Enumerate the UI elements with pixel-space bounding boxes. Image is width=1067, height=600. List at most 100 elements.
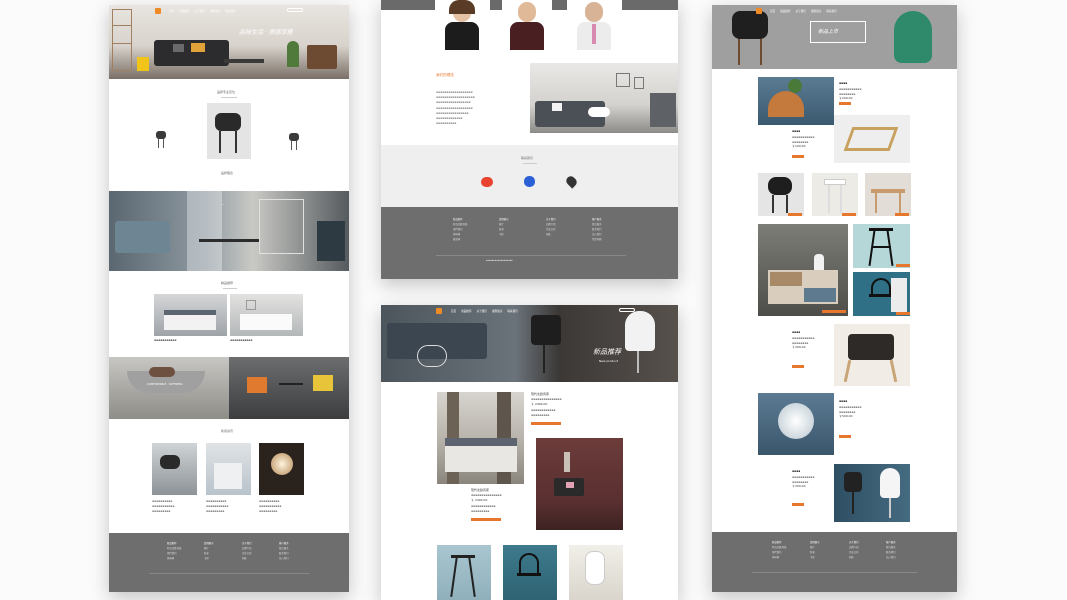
footer-link[interactable]: 售后服务: [592, 223, 602, 226]
nav-item[interactable]: 联系我们: [826, 9, 836, 13]
search-input[interactable]: [287, 8, 303, 12]
footer-link[interactable]: 客厅: [810, 546, 815, 549]
product-name: ▪▪▪▪: [792, 469, 801, 473]
footer-link[interactable]: 团队: [546, 233, 551, 236]
brand-logo[interactable]: [436, 308, 442, 314]
brand-logo[interactable]: [756, 8, 762, 14]
brand-logo[interactable]: [155, 8, 161, 14]
section-title: 新闻资讯: [221, 429, 234, 433]
product-desc: ▪▪▪▪▪▪▪▪▪▪▪▪ ▪▪▪▪▪▪▪▪▪: [531, 408, 556, 417]
nav-item[interactable]: 关于我们: [195, 9, 205, 13]
hero-image: [109, 5, 349, 79]
product-image-shelf: [758, 77, 834, 125]
product-tag[interactable]: [842, 213, 856, 216]
footer-link[interactable]: 书房: [499, 233, 504, 236]
news-text: ▪▪▪▪▪▪▪▪▪▪ ▪▪▪▪▪▪▪▪▪▪▪ ▪▪▪▪▪▪▪▪▪: [206, 499, 229, 513]
footer-link[interactable]: 企业文化: [242, 552, 252, 555]
nav-item[interactable]: 首页: [169, 9, 174, 13]
footer-link[interactable]: 常见问题: [592, 238, 602, 241]
footer-link[interactable]: 联系我们: [886, 551, 896, 554]
buy-button[interactable]: [531, 422, 561, 425]
footer-link[interactable]: 品牌介绍: [849, 546, 859, 549]
weibo-icon[interactable]: [481, 177, 493, 187]
footer-link[interactable]: 卧室: [499, 228, 504, 231]
footer-heading: 客户服务: [886, 541, 896, 544]
footer-link[interactable]: 客厅: [499, 223, 504, 226]
product-price: ￥299.00: [839, 96, 853, 100]
footer-link[interactable]: 品牌介绍: [242, 547, 252, 550]
about-page-mockup: 我们的理念 ▪▪▪▪▪▪▪▪▪▪▪▪▪▪▪▪▪▪ ▪▪▪▪▪▪▪▪▪▪▪▪▪▪▪▪…: [381, 0, 678, 279]
footer-link[interactable]: 卧室: [204, 552, 209, 555]
footer-link[interactable]: 休闲椅: [772, 556, 779, 559]
buy-button[interactable]: [792, 365, 804, 368]
footer-link[interactable]: 时尚北欧风格: [772, 546, 786, 549]
footer-heading: 新品推荐: [453, 218, 463, 221]
overlay-caption: COMFORTABLE · SOFTNESS: [147, 383, 183, 386]
contact-section: 联系我们: [381, 145, 678, 207]
product-image-pendant-lamp: [758, 393, 834, 455]
footer-link[interactable]: 团队: [242, 557, 247, 560]
buy-button[interactable]: [471, 518, 501, 521]
footer-link[interactable]: 卧室: [810, 551, 815, 554]
footer-column: 案例展示 客厅 卧室 书房: [810, 540, 820, 560]
footer-divider: [149, 573, 309, 574]
footer-link[interactable]: 联系我们: [279, 552, 289, 555]
footer-link[interactable]: 加入我们: [886, 556, 896, 559]
footer-link[interactable]: 售后服务: [886, 546, 896, 549]
footer-link[interactable]: 休闲椅: [167, 557, 174, 560]
search-input[interactable]: [619, 308, 635, 312]
footer-link[interactable]: 时尚北欧风格: [167, 547, 181, 550]
nav-item[interactable]: 关于我们: [477, 309, 487, 313]
product-spec: ▪▪▪▪▪▪▪▪▪▪▪▪▪▪▪: [531, 397, 562, 401]
caption-text: ▪▪▪▪▪▪▪▪▪▪▪: [154, 338, 177, 342]
footer-link[interactable]: 加入我们: [279, 557, 289, 560]
footer-link[interactable]: 企业文化: [849, 551, 859, 554]
footer-link[interactable]: 售后服务: [279, 547, 289, 550]
footer-link[interactable]: 现代简约: [772, 551, 782, 554]
buy-button[interactable]: [792, 503, 804, 506]
footer-link[interactable]: 休闲椅: [453, 233, 460, 236]
footer-link[interactable]: 品牌介绍: [546, 223, 556, 226]
product-thumb-spindle-chair: [853, 272, 910, 316]
footer-link[interactable]: 客厅: [204, 547, 209, 550]
footer-link[interactable]: 现代简约: [167, 552, 177, 555]
nav-item[interactable]: 案例展示: [811, 9, 821, 13]
contact-title: 联系我们: [521, 156, 534, 160]
buy-button[interactable]: [792, 155, 804, 158]
product-tag[interactable]: [895, 213, 909, 216]
footer-link[interactable]: 书房: [204, 557, 209, 560]
copyright-text: ▪▪▪▪▪▪▪▪▪▪▪▪▪▪▪▪▪▪: [486, 259, 513, 262]
nav-item[interactable]: 首页: [770, 9, 775, 13]
footer-link[interactable]: 企业文化: [546, 228, 556, 231]
chair-image-featured: [207, 103, 251, 159]
news-image: [152, 443, 197, 495]
nav-item[interactable]: 联系我们: [507, 309, 517, 313]
product-tag[interactable]: [896, 264, 910, 267]
product-tag[interactable]: [896, 312, 910, 315]
location-pin-icon[interactable]: [564, 174, 579, 189]
footer-link[interactable]: 现代简约: [453, 228, 463, 231]
footer-link[interactable]: 团队: [849, 556, 854, 559]
footer-link[interactable]: 加入我们: [592, 233, 602, 236]
baidu-paw-icon[interactable]: [524, 176, 535, 187]
footer-link[interactable]: 餐桌椅: [453, 238, 460, 241]
nav-item[interactable]: 关于我们: [796, 9, 806, 13]
nav-item[interactable]: 首页: [451, 309, 456, 313]
product-tag[interactable]: [788, 213, 802, 216]
nav-item[interactable]: 新品推荐: [179, 9, 189, 13]
nav-item[interactable]: 新品推荐: [461, 309, 471, 313]
nav-item[interactable]: 案例展示: [210, 9, 220, 13]
site-footer: 新品推荐 时尚北欧风格 现代简约 休闲椅 餐桌椅 案例展示 客厅 卧室 书房 关…: [381, 207, 678, 279]
product-price: ￥599.00: [839, 414, 853, 418]
nav-item[interactable]: 新品推荐: [780, 9, 790, 13]
section-title: 精品推荐: [221, 281, 234, 285]
buy-button[interactable]: [839, 435, 851, 438]
footer-link[interactable]: 书房: [810, 556, 815, 559]
buy-button[interactable]: [839, 102, 851, 105]
footer-link[interactable]: 联系我们: [592, 228, 602, 231]
nav-item[interactable]: 联系我们: [225, 9, 235, 13]
living-room-image: [109, 191, 349, 271]
nav-item[interactable]: 案例展示: [492, 309, 502, 313]
product-tag[interactable]: [822, 310, 846, 313]
footer-link[interactable]: 时尚北欧风格: [453, 223, 467, 226]
